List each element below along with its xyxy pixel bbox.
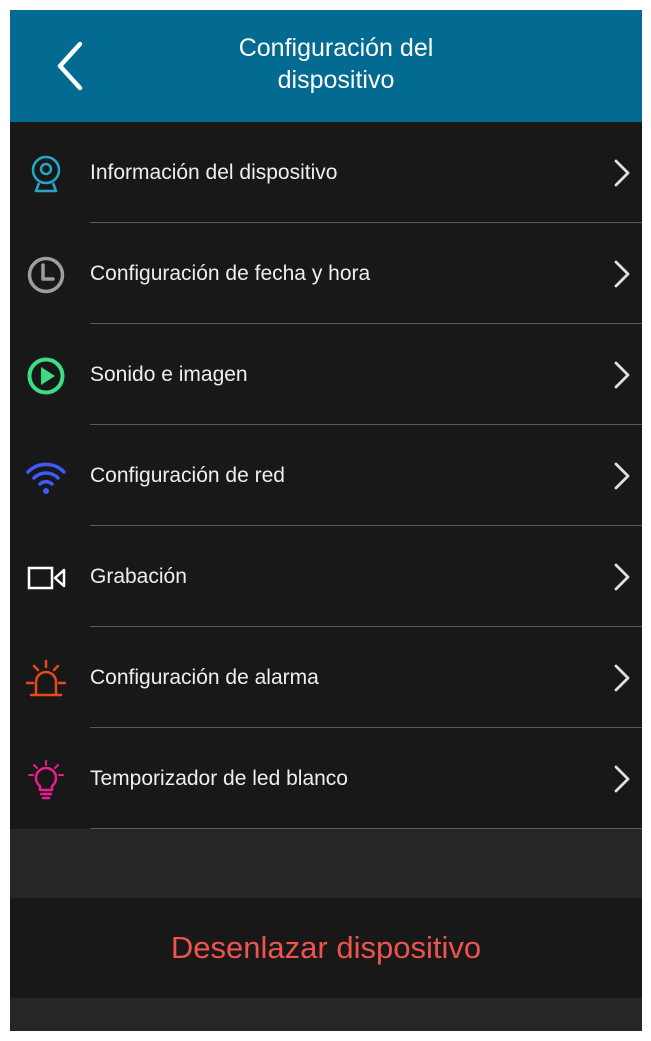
menu-item-date-time[interactable]: Configuración de fecha y hora: [10, 223, 642, 324]
chevron-right-icon: [614, 361, 630, 389]
menu-item-label: Grabación: [90, 565, 187, 588]
menu-item-device-info[interactable]: Información del dispositivo: [10, 122, 642, 223]
clock-icon: [26, 255, 66, 295]
menu-item-label: Información del dispositivo: [90, 161, 338, 184]
menu-item-label: Configuración de red: [90, 464, 285, 487]
menu-item-white-led-timer[interactable]: Temporizador de led blanco: [10, 728, 642, 829]
video-camera-icon: [26, 558, 66, 598]
menu-item-sound-image[interactable]: Sonido e imagen: [10, 324, 642, 425]
menu-item-label: Configuración de alarma: [90, 666, 319, 689]
device-settings-screen: Configuración del dispositivo Informació…: [10, 10, 642, 1031]
light-bulb-icon: [26, 760, 66, 800]
menu-item-network[interactable]: Configuración de red: [10, 425, 642, 526]
settings-menu: Información del dispositivo Configuració…: [10, 122, 642, 829]
chevron-right-icon: [614, 664, 630, 692]
chevron-right-icon: [614, 462, 630, 490]
chevron-left-icon: [57, 41, 83, 91]
play-icon: [26, 356, 66, 396]
section-spacer: [10, 830, 642, 898]
back-button[interactable]: [46, 38, 96, 94]
wifi-icon: [26, 457, 66, 497]
menu-item-label: Temporizador de led blanco: [90, 767, 348, 790]
page-title-line1: Configuración del: [238, 34, 434, 62]
header-bar: Configuración del dispositivo: [10, 10, 642, 122]
alarm-siren-icon: [26, 659, 66, 699]
menu-item-alarm[interactable]: Configuración de alarma: [10, 627, 642, 728]
bottom-spacer: [10, 998, 642, 1031]
menu-item-label: Configuración de fecha y hora: [90, 262, 371, 285]
page-title-line2: dispositivo: [277, 66, 395, 94]
chevron-right-icon: [614, 563, 630, 591]
chevron-right-icon: [614, 765, 630, 793]
unlink-device-button[interactable]: Desenlazar dispositivo: [10, 898, 642, 998]
page-title: Configuración del dispositivo: [140, 32, 532, 96]
menu-item-label: Sonido e imagen: [90, 363, 248, 386]
camera-icon: [26, 154, 66, 194]
chevron-right-icon: [614, 260, 630, 288]
chevron-right-icon: [614, 159, 630, 187]
menu-item-recording[interactable]: Grabación: [10, 526, 642, 627]
